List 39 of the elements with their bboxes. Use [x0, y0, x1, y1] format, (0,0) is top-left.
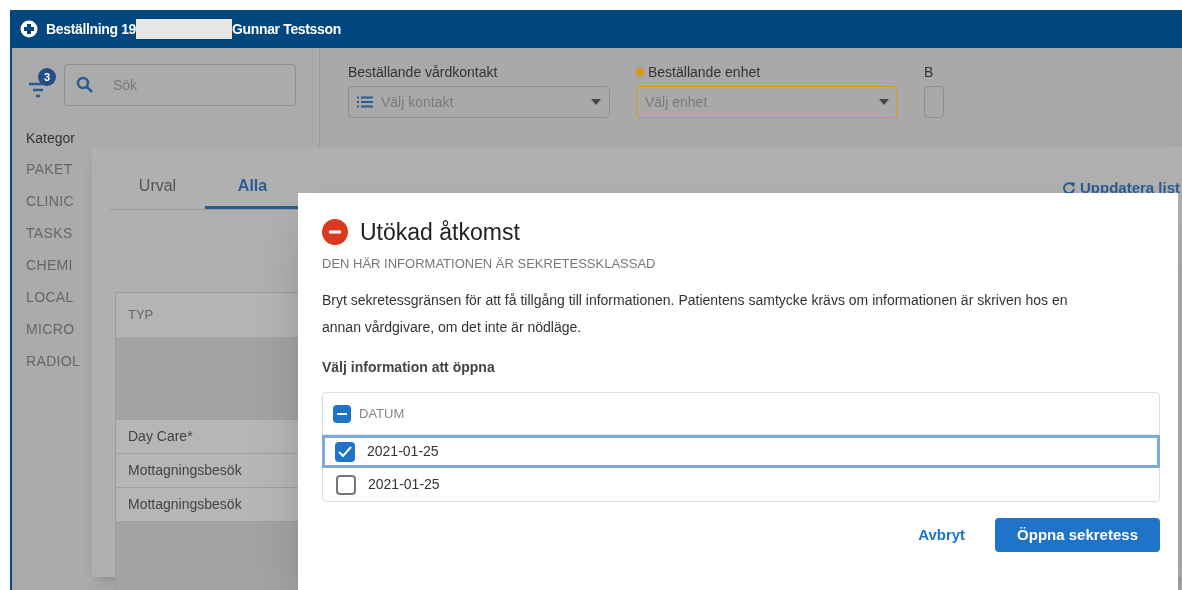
cancel-button[interactable]: Avbryt	[918, 523, 966, 547]
window-title: Gunnar Testsson	[232, 19, 341, 39]
field-label: Beställande vårdkontakt	[348, 62, 498, 82]
list-icon	[357, 96, 373, 108]
refresh-icon	[1061, 181, 1076, 196]
no-entry-icon	[322, 219, 348, 246]
caret-icon	[879, 99, 889, 105]
window-title: Beställning 19	[46, 19, 137, 39]
table-cell-text: Mottagningsbesök	[128, 495, 242, 514]
category-item[interactable]: TASKS	[26, 223, 73, 244]
category-item[interactable]: PAKET	[26, 159, 73, 180]
column-header: DATUM	[359, 404, 405, 423]
dialog-title: Utökad åtkomst	[360, 218, 520, 247]
list-row[interactable]: 2021-01-25	[322, 435, 1160, 468]
dialog-subtitle: DEN HÄR INFORMATIONEN ÄR SEKRETESSKLASSAD	[322, 254, 657, 273]
category-item[interactable]: MICRO	[26, 319, 75, 340]
category-item[interactable]: LOCAL	[26, 287, 74, 308]
categories-heading: Kategor	[26, 129, 77, 148]
category-item[interactable]: CHEMI	[26, 255, 73, 276]
field-label: B	[924, 62, 934, 82]
tab[interactable]: Urval	[110, 165, 205, 209]
checkbox[interactable]	[336, 474, 356, 495]
table-cell-text: Mottagningsbesök	[128, 461, 242, 480]
checkbox[interactable]	[335, 441, 355, 462]
field-label: Beställande enhet	[648, 62, 761, 82]
medical-cross-icon	[20, 20, 38, 38]
list-item-label: 2021-01-25	[368, 475, 440, 494]
caret-icon	[591, 99, 601, 105]
open-button[interactable]: Öppna sekretess	[995, 518, 1160, 552]
select-all-checkbox[interactable]	[333, 404, 351, 423]
table-cell-text: Day Care*	[128, 427, 193, 446]
category-item[interactable]: RADIOL	[26, 351, 81, 372]
column-header: TYP	[127, 306, 155, 325]
dialog-message: Bryt sekretessgränsen för att få tillgång till informationen. Patientens samtycke krävs om informationen är skriven hos en annan vårdgivare, om det inte är nödläge.	[322, 291, 1069, 337]
category-item[interactable]: CLINIC	[26, 191, 74, 212]
search-icon	[76, 76, 94, 94]
dropdown-field[interactable]	[924, 86, 944, 118]
section-label: Välj information att öppna	[322, 358, 496, 377]
filter-count-badge: 3	[38, 68, 56, 86]
